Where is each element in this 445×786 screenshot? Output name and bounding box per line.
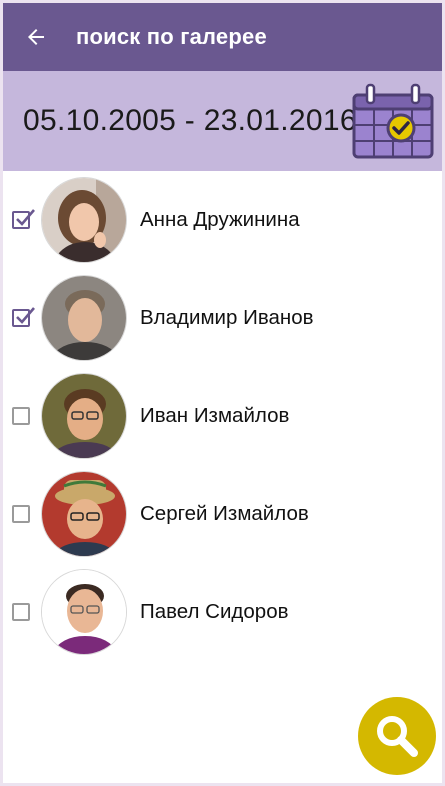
person-name: Сергей Измайлов — [140, 502, 309, 525]
person-name: Анна Дружинина — [140, 208, 300, 231]
list-item[interactable]: Сергей Измайлов — [3, 465, 442, 563]
person-checkbox[interactable] — [12, 209, 35, 229]
people-list: Анна Дружинина Владимир Иванов Иван Изма… — [3, 171, 442, 661]
person-checkbox[interactable] — [12, 407, 30, 425]
avatar[interactable] — [41, 275, 127, 361]
person-name: Иван Измайлов — [140, 404, 290, 427]
page-title: поиск по галерее — [76, 24, 267, 49]
avatar[interactable] — [41, 569, 127, 655]
person-checkbox[interactable] — [12, 505, 30, 523]
person-checkbox[interactable] — [12, 603, 30, 621]
calendar-check-icon[interactable] — [352, 83, 434, 159]
back-button[interactable] — [18, 19, 54, 55]
list-item[interactable]: Владимир Иванов — [3, 269, 442, 367]
avatar[interactable] — [41, 177, 127, 263]
avatar[interactable] — [41, 471, 127, 557]
date-range-text[interactable]: 05.10.2005 - 23.01.2016 — [23, 104, 357, 138]
app-bar: поиск по галерее — [3, 3, 442, 71]
person-checkbox[interactable] — [12, 307, 35, 327]
list-item[interactable]: Анна Дружинина — [3, 171, 442, 269]
search-fab-button[interactable] — [358, 697, 436, 775]
person-name: Павел Сидоров — [140, 600, 289, 623]
checkmark-icon — [16, 307, 35, 324]
avatar[interactable] — [41, 373, 127, 459]
app-frame: поиск по галерее 05.10.2005 - 23.01.2016 — [3, 3, 442, 783]
arrow-left-icon — [28, 29, 44, 45]
date-filter-bar: 05.10.2005 - 23.01.2016 — [3, 71, 442, 171]
search-icon — [377, 716, 418, 757]
checkmark-icon — [16, 209, 35, 226]
list-item[interactable]: Иван Измайлов — [3, 367, 442, 465]
list-item[interactable]: Павел Сидоров — [3, 563, 442, 661]
person-name: Владимир Иванов — [140, 306, 314, 329]
